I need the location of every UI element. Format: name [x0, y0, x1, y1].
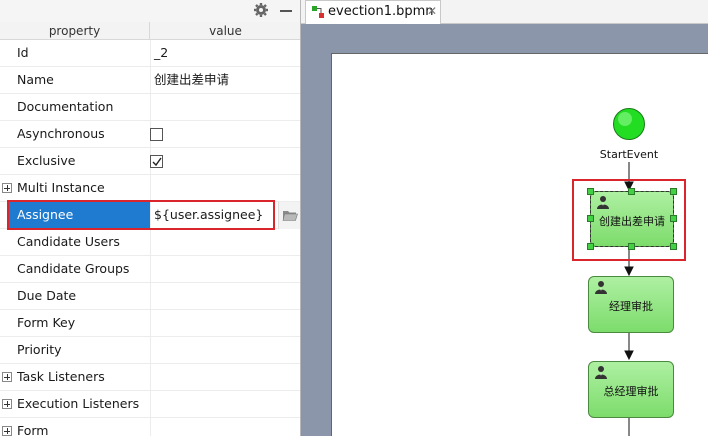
user-task-manager-approval[interactable]: 经理审批	[588, 276, 674, 333]
exclusive-checkbox[interactable]	[150, 155, 163, 168]
close-icon[interactable]: ✕	[426, 4, 438, 18]
gear-icon[interactable]	[253, 2, 269, 18]
tab-label: evection1.bpmn	[328, 4, 434, 19]
property-row-task-listeners[interactable]: Task Listeners	[0, 364, 300, 391]
property-name: Name	[17, 72, 54, 87]
property-name: Asynchronous	[17, 126, 105, 141]
property-row-asynchronous[interactable]: Asynchronous	[0, 121, 300, 148]
property-row-form-key[interactable]: Form Key	[0, 310, 300, 337]
property-name: Multi Instance	[17, 180, 105, 195]
editor-tab-bar: evection1.bpmn ✕	[301, 0, 708, 24]
resize-handle[interactable]	[670, 215, 677, 222]
column-divider	[150, 310, 151, 337]
property-row-due-date[interactable]: Due Date	[0, 283, 300, 310]
property-row-name[interactable]: Name 创建出差申请	[0, 67, 300, 94]
properties-panel: property value Id _2 Name 创建出差申请 Documen…	[0, 0, 300, 436]
column-divider	[150, 391, 151, 418]
column-divider	[150, 229, 151, 256]
column-divider	[150, 67, 151, 94]
browse-button[interactable]	[278, 202, 300, 229]
task-label: 总经理审批	[603, 385, 659, 398]
column-header-value[interactable]: value	[151, 22, 300, 40]
property-name: Form Key	[17, 315, 76, 330]
task-label: 经理审批	[609, 300, 653, 313]
property-row-assignee[interactable]: Assignee ${user.assignee}	[0, 202, 300, 229]
property-name: Id	[17, 45, 29, 60]
property-row-execution-listeners[interactable]: Execution Listeners	[0, 391, 300, 418]
column-header-property[interactable]: property	[0, 22, 150, 40]
property-name: Priority	[17, 342, 62, 357]
user-icon	[595, 280, 607, 294]
property-row-documentation[interactable]: Documentation	[0, 94, 300, 121]
minimize-icon[interactable]	[280, 10, 292, 12]
column-divider	[150, 40, 151, 67]
expand-icon[interactable]	[2, 372, 12, 382]
diagram-canvas[interactable]: StartEvent 创建出差申请 经理审批 总经理审批	[331, 53, 708, 436]
asynchronous-checkbox[interactable]	[150, 128, 163, 141]
property-name: Documentation	[17, 99, 114, 114]
property-name: Candidate Users	[17, 234, 120, 249]
property-value[interactable]: 创建出差申请	[154, 67, 229, 93]
property-name: Execution Listeners	[17, 396, 140, 411]
resize-handle[interactable]	[587, 243, 594, 250]
property-row-priority[interactable]: Priority	[0, 337, 300, 364]
column-divider	[150, 337, 151, 364]
property-name: Task Listeners	[17, 369, 105, 384]
resize-handle[interactable]	[670, 243, 677, 250]
expand-icon[interactable]	[2, 183, 12, 193]
property-name: Candidate Groups	[17, 261, 130, 276]
tab-evection1-bpmn[interactable]: evection1.bpmn ✕	[305, 0, 441, 24]
property-row-exclusive[interactable]: Exclusive	[0, 148, 300, 175]
property-name: Form	[17, 423, 49, 436]
property-row-form[interactable]: Form	[0, 418, 300, 436]
resize-handle[interactable]	[670, 188, 677, 195]
column-divider	[150, 94, 151, 121]
assignee-value-input[interactable]: ${user.assignee}	[154, 202, 263, 228]
property-name: Due Date	[17, 288, 77, 303]
bpmn-editor: evection1.bpmn ✕ StartEvent 创建出差申请 经理审批 …	[300, 0, 708, 436]
property-row-candidate-users[interactable]: Candidate Users	[0, 229, 300, 256]
arrow-head-icon	[624, 350, 634, 361]
property-name: Exclusive	[17, 153, 76, 168]
arrow-head-icon	[624, 266, 634, 277]
property-row-id[interactable]: Id _2	[0, 40, 300, 67]
column-divider	[150, 283, 151, 310]
property-row-multi-instance[interactable]: Multi Instance	[0, 175, 300, 202]
selection-box	[590, 191, 674, 247]
folder-icon	[282, 211, 298, 221]
properties-table-header: property value	[0, 22, 300, 40]
expand-icon[interactable]	[2, 426, 12, 436]
user-icon	[595, 365, 607, 379]
column-divider	[150, 256, 151, 283]
property-value[interactable]: _2	[154, 40, 168, 66]
expand-icon[interactable]	[2, 399, 12, 409]
property-row-candidate-groups[interactable]: Candidate Groups	[0, 256, 300, 283]
properties-toolbar	[0, 0, 300, 22]
resize-handle[interactable]	[628, 243, 635, 250]
column-divider	[150, 175, 151, 202]
properties-table-body: Id _2 Name 创建出差申请 Documentation Asynchro…	[0, 40, 300, 436]
property-name: Assignee	[17, 207, 74, 222]
user-task-general-manager-approval[interactable]: 总经理审批	[588, 361, 674, 418]
column-divider	[150, 364, 151, 391]
resize-handle[interactable]	[587, 215, 594, 222]
resize-handle[interactable]	[587, 188, 594, 195]
column-divider	[150, 202, 151, 229]
checkmark-icon	[152, 157, 162, 167]
bpmn-file-icon	[312, 6, 324, 18]
resize-handle[interactable]	[628, 188, 635, 195]
start-event-label: StartEvent	[599, 148, 659, 161]
column-divider	[150, 418, 151, 436]
